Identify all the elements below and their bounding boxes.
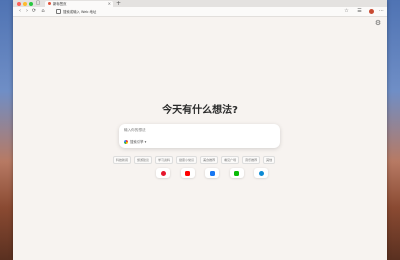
- search-engine-label: 搜索引擎 ▾: [130, 140, 147, 144]
- chip[interactable]: 其他: [263, 156, 276, 164]
- shortcut-weibo[interactable]: [156, 168, 170, 178]
- forward-icon[interactable]: ›: [24, 7, 30, 16]
- back-icon[interactable]: ‹: [17, 7, 23, 16]
- weibo-icon: [160, 170, 166, 176]
- tab-actions-icon[interactable]: ▢: [35, 0, 41, 7]
- shortcut-wechat[interactable]: [229, 168, 244, 178]
- search-engine-selector[interactable]: 搜索引擎 ▾: [124, 139, 146, 145]
- reload-icon[interactable]: ⟳: [31, 7, 37, 16]
- collections-icon[interactable]: ☰: [356, 7, 363, 16]
- profile-avatar[interactable]: [369, 9, 374, 14]
- wechat-icon: [234, 170, 239, 176]
- new-tab-button[interactable]: +: [116, 0, 121, 7]
- close-window-button[interactable]: [17, 1, 21, 6]
- chip[interactable]: 美食推荐: [200, 156, 219, 164]
- tab-title: 新标签页: [53, 1, 67, 6]
- page-heading: 今天有什么想法?: [162, 105, 238, 116]
- shortcut-youtube[interactable]: [180, 168, 195, 178]
- search-icon: [56, 9, 61, 14]
- favorite-star-icon[interactable]: ☆: [343, 7, 350, 16]
- suggestion-chips: 科技新闻 旅游建议 学习资料 健康小常识 美食推荐 看见广场 音乐推荐 其他: [113, 156, 303, 164]
- search-input[interactable]: [124, 127, 274, 134]
- chip[interactable]: 音乐推荐: [242, 156, 261, 164]
- settings-gear-icon[interactable]: ⚙: [374, 19, 382, 27]
- address-bar[interactable]: 搜索或输入 Web 地址: [56, 9, 346, 15]
- quick-links: [156, 168, 268, 179]
- google-icon: [124, 140, 128, 144]
- facebook-icon: [209, 170, 215, 176]
- edge-icon: [258, 170, 264, 176]
- search-box[interactable]: 搜索引擎 ▾: [119, 124, 280, 148]
- maximize-window-button[interactable]: [29, 1, 33, 6]
- chip[interactable]: 学习资料: [155, 156, 174, 164]
- tab-favicon-icon: [48, 2, 51, 5]
- tab-strip: ▢ 新标签页 × +: [13, 0, 387, 7]
- chip[interactable]: 旅游建议: [134, 156, 153, 164]
- minimize-window-button[interactable]: [23, 1, 27, 6]
- toolbar: ‹ › ⟳ ⌂ 搜索或输入 Web 地址 ☆ ☰ ⋯: [13, 7, 387, 17]
- address-text: 搜索或输入 Web 地址: [63, 9, 97, 14]
- chip[interactable]: 健康小常识: [176, 156, 198, 164]
- shortcut-edge[interactable]: [254, 168, 268, 178]
- more-icon[interactable]: ⋯: [378, 7, 385, 16]
- chip[interactable]: 科技新闻: [113, 156, 132, 164]
- shortcut-facebook[interactable]: [205, 168, 219, 178]
- youtube-icon: [185, 170, 190, 176]
- chip[interactable]: 看见广场: [221, 156, 240, 164]
- home-icon[interactable]: ⌂: [40, 7, 46, 16]
- browser-window: ▢ 新标签页 × + ‹ › ⟳ ⌂ 搜索或输入 Web 地址 ☆ ☰ ⋯ ⚙ …: [13, 0, 387, 260]
